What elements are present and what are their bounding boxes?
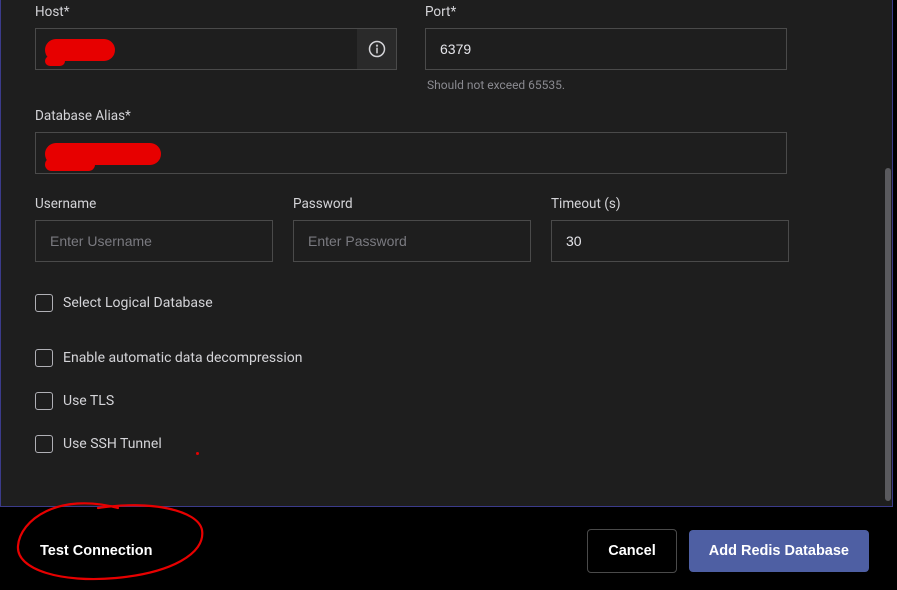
use-ssh-tunnel-label: Use SSH Tunnel <box>63 436 162 452</box>
info-icon <box>368 40 386 58</box>
checkbox-icon <box>35 294 53 312</box>
options-group: Select Logical Database Enable automatic… <box>35 294 858 453</box>
port-label: Port* <box>425 4 787 20</box>
field-timeout: Timeout (s) <box>551 196 789 262</box>
port-helper-text: Should not exceed 65535. <box>427 78 787 92</box>
scrollbar-track[interactable] <box>883 1 891 504</box>
use-tls-label: Use TLS <box>63 393 114 409</box>
field-host: Host* <box>35 4 397 92</box>
select-logical-db-toggle[interactable]: Select Logical Database <box>35 294 858 312</box>
field-username: Username <box>35 196 273 262</box>
checkbox-icon <box>35 349 53 367</box>
cancel-button[interactable]: Cancel <box>587 529 677 573</box>
auto-decompression-toggle[interactable]: Enable automatic data decompression <box>35 349 858 367</box>
timeout-label: Timeout (s) <box>551 196 789 212</box>
checkbox-icon <box>35 392 53 410</box>
footer-bar: Test Connection Cancel Add Redis Databas… <box>0 507 897 590</box>
select-logical-db-label: Select Logical Database <box>63 295 213 311</box>
form-scroll: Host* Port* <box>35 4 858 494</box>
password-label: Password <box>293 196 531 212</box>
host-info-button[interactable] <box>357 28 397 70</box>
row-host-port: Host* Port* <box>35 4 858 92</box>
use-ssh-tunnel-toggle[interactable]: Use SSH Tunnel <box>35 435 858 453</box>
host-input[interactable] <box>35 28 357 70</box>
scrollbar-thumb[interactable] <box>885 168 891 501</box>
username-input[interactable] <box>35 220 273 262</box>
connection-form-panel: Host* Port* <box>0 0 893 507</box>
add-redis-database-button[interactable]: Add Redis Database <box>689 530 869 572</box>
checkbox-icon <box>35 435 53 453</box>
field-alias: Database Alias* <box>35 108 787 174</box>
field-password: Password <box>293 196 531 262</box>
row-alias: Database Alias* <box>35 108 858 174</box>
username-label: Username <box>35 196 273 212</box>
alias-label: Database Alias* <box>35 108 787 124</box>
test-connection-button[interactable]: Test Connection <box>28 530 165 572</box>
field-port: Port* Should not exceed 65535. <box>425 4 787 92</box>
use-tls-toggle[interactable]: Use TLS <box>35 392 858 410</box>
port-input[interactable] <box>425 28 787 70</box>
host-label: Host* <box>35 4 397 20</box>
password-input[interactable] <box>293 220 531 262</box>
auto-decompression-label: Enable automatic data decompression <box>63 350 302 366</box>
annotation-dot <box>196 452 199 455</box>
host-input-wrap <box>35 28 397 70</box>
row-credentials: Username Password Timeout (s) <box>35 196 858 262</box>
timeout-input[interactable] <box>551 220 789 262</box>
alias-input[interactable] <box>35 132 787 174</box>
